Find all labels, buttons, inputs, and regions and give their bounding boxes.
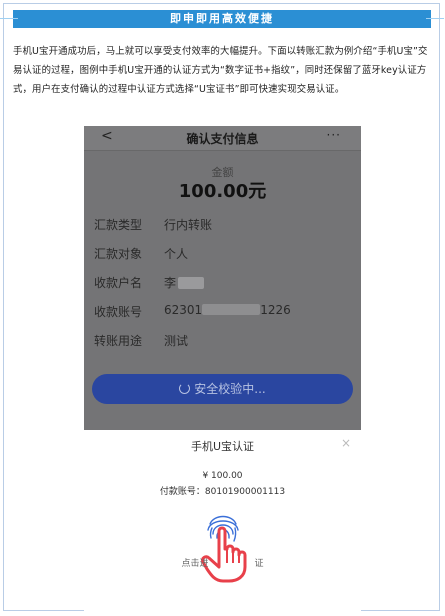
detail-row: 收款户名 李 xyxy=(84,268,361,298)
sheet-amount: ¥ 100.00 xyxy=(202,471,243,481)
row-value: 行内转账 xyxy=(164,218,213,232)
detail-row: 汇款类型 行内转账 xyxy=(84,210,361,240)
detail-row: 转账用途 测试 xyxy=(84,326,361,356)
hint-left: 点击进 xyxy=(181,559,209,569)
phone-screenshot: < 确认支付信息 ··· 金额 100.00元 汇款类型 行内转账 汇款对象 个… xyxy=(84,126,361,612)
row-value: 李 xyxy=(164,274,205,291)
payee-name: 李 xyxy=(164,276,177,290)
section-header: 即申即用高效便捷 xyxy=(0,10,444,28)
row-value: 测试 xyxy=(164,334,189,348)
intro-paragraph: 手机U宝开通成功后，马上就可以享受支付效率的大幅提升。下面以转账汇款为例介绍“手… xyxy=(13,46,428,95)
spinner-icon xyxy=(179,383,191,394)
hint-right: 证 xyxy=(254,559,264,569)
hand-pointer-icon xyxy=(201,526,247,583)
sheet-hint: 点击进 证 xyxy=(84,556,361,569)
account-suffix: 1226 xyxy=(260,303,291,317)
row-label: 汇款对象 xyxy=(94,247,143,261)
row-label: 收款户名 xyxy=(94,276,143,290)
section-title: 即申即用高效便捷 xyxy=(170,12,274,25)
detail-row: 汇款对象 个人 xyxy=(84,239,361,269)
redacted-block xyxy=(202,304,261,315)
payment-info-screen: < 确认支付信息 ··· 金额 100.00元 汇款类型 行内转账 汇款对象 个… xyxy=(84,126,361,430)
row-label: 汇款类型 xyxy=(94,218,143,232)
close-icon[interactable]: × xyxy=(341,436,351,450)
account-prefix: 62301 xyxy=(164,303,203,317)
row-value: 62301 1226 xyxy=(164,303,291,317)
verify-button-label: 安全校验中... xyxy=(194,382,266,396)
detail-row: 收款账号 62301 1226 xyxy=(84,297,361,327)
row-label: 收款账号 xyxy=(94,305,143,319)
screen-title: 确认支付信息 xyxy=(186,132,259,146)
row-value: 个人 xyxy=(164,247,189,261)
sheet-account: 付款账号：80101900001113 xyxy=(159,487,286,497)
sheet-title: 手机U宝认证 xyxy=(190,440,255,453)
amount-value: 100.00元 xyxy=(178,181,267,202)
redacted-block xyxy=(178,277,205,289)
row-label: 转账用途 xyxy=(94,334,143,348)
nav-bar: < 确认支付信息 ··· xyxy=(84,126,361,151)
more-icon[interactable]: ··· xyxy=(327,128,341,142)
verify-button[interactable]: 安全校验中... xyxy=(92,374,353,404)
auth-sheet: 手机U宝认证 × ¥ 100.00 付款账号：80101900001113 点击… xyxy=(84,430,361,612)
